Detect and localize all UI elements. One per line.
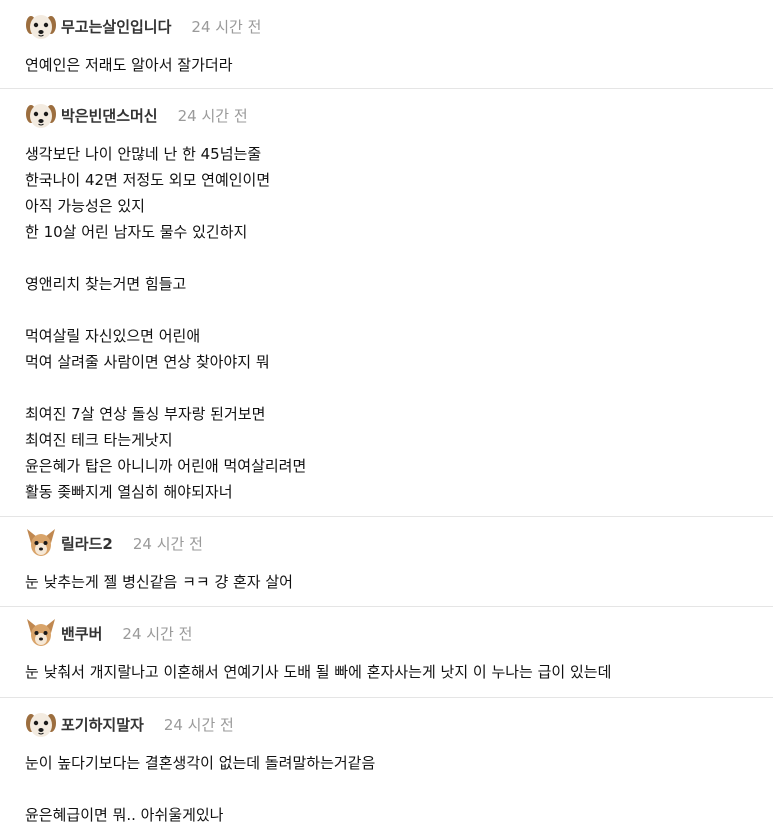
comment-line: 생각보단 나이 안많네 난 한 45넘는줄 bbox=[25, 145, 262, 163]
comment-line: 먹여 살려줄 사람이면 연상 찾아야지 뭐 bbox=[25, 353, 270, 371]
comment-line bbox=[25, 297, 773, 323]
comment-nickname[interactable]: 포기하지말자 bbox=[61, 714, 144, 735]
comment-nickname[interactable]: 릴라드2 bbox=[61, 533, 113, 554]
comment-line: 윤은혜가 탑은 아니니까 어린애 먹여살리려면 bbox=[25, 457, 307, 475]
comment-timestamp: 24 시간 전 bbox=[132, 534, 203, 553]
comment-timestamp: 24 시간 전 bbox=[163, 715, 234, 734]
comment-nickname[interactable]: 밴쿠버 bbox=[61, 623, 102, 644]
comment-header: 포기하지말자 24 시간 전 bbox=[25, 708, 773, 740]
dog-avatar-icon[interactable] bbox=[25, 10, 57, 42]
comment-line: 아직 가능성은 있지 bbox=[25, 197, 145, 215]
comment-body: 연예인은 저래도 알아서 잘가더라 bbox=[25, 52, 773, 78]
comment-timestamp: 24 시간 전 bbox=[122, 624, 193, 643]
comment-body: 눈 낮춰서 개지랄나고 이혼해서 연예기사 도배 될 빠에 혼자사는게 낫지 이… bbox=[25, 659, 773, 685]
comment-line bbox=[25, 375, 773, 401]
dog-avatar-icon[interactable] bbox=[25, 708, 57, 740]
comment-line: 활동 좆빠지게 열심히 해야되자너 bbox=[25, 483, 233, 501]
comment-line: 눈 낮춰서 개지랄나고 이혼해서 연예기사 도배 될 빠에 혼자사는게 낫지 이… bbox=[25, 663, 612, 681]
dog-avatar-icon[interactable] bbox=[25, 99, 57, 131]
comment-timestamp: 24 시간 전 bbox=[191, 17, 262, 36]
comment-line: 윤은혜급이면 뭐.. 아쉬울게있나 bbox=[25, 806, 224, 824]
comment-item: 밴쿠버 24 시간 전 눈 낮춰서 개지랄나고 이혼해서 연예기사 도배 될 빠… bbox=[0, 607, 773, 698]
comment-line: 영앤리치 찾는거면 힘들고 bbox=[25, 275, 187, 293]
comment-line: 눈 낮추는게 젤 병신같음 ㅋㅋ 걍 혼자 살어 bbox=[25, 573, 293, 591]
comment-timestamp: 24 시간 전 bbox=[177, 106, 248, 125]
comment-header: 박은빈댄스머신 24 시간 전 bbox=[25, 99, 773, 131]
comment-header: 무고는살인입니다 24 시간 전 bbox=[25, 10, 773, 42]
comment-item: 박은빈댄스머신 24 시간 전 생각보단 나이 안많네 난 한 45넘는줄 한국… bbox=[0, 89, 773, 517]
comment-line: 연예인은 저래도 알아서 잘가더라 bbox=[25, 56, 233, 74]
comment-item: 릴라드2 24 시간 전 눈 낮추는게 젤 병신같음 ㅋㅋ 걍 혼자 살어 bbox=[0, 517, 773, 607]
comment-list: 무고는살인입니다 24 시간 전 연예인은 저래도 알아서 잘가더라 박은빈댄스… bbox=[0, 0, 773, 839]
comment-line bbox=[25, 245, 773, 271]
comment-item: 포기하지말자 24 시간 전 눈이 높다기보다는 결혼생각이 없는데 돌려말하는… bbox=[0, 698, 773, 839]
comment-body: 눈 낮추는게 젤 병신같음 ㅋㅋ 걍 혼자 살어 bbox=[25, 569, 773, 595]
comment-header: 밴쿠버 24 시간 전 bbox=[25, 617, 773, 649]
comment-body: 눈이 높다기보다는 결혼생각이 없는데 돌려말하는거같음 윤은혜급이면 뭐.. … bbox=[25, 750, 773, 828]
comment-line: 최여진 테크 타는게낫지 bbox=[25, 431, 173, 449]
comment-line: 눈이 높다기보다는 결혼생각이 없는데 돌려말하는거같음 bbox=[25, 754, 376, 772]
comment-item: 무고는살인입니다 24 시간 전 연예인은 저래도 알아서 잘가더라 bbox=[0, 0, 773, 89]
comment-line: 한국나이 42면 저정도 외모 연예인이면 bbox=[25, 171, 271, 189]
comment-line: 먹여살릴 자신있으면 어린애 bbox=[25, 327, 201, 345]
comment-line bbox=[25, 776, 773, 802]
comment-nickname[interactable]: 무고는살인입니다 bbox=[61, 16, 171, 37]
comment-nickname[interactable]: 박은빈댄스머신 bbox=[61, 105, 158, 126]
comment-line: 최여진 7살 연상 돌싱 부자랑 된거보면 bbox=[25, 405, 266, 423]
comment-header: 릴라드2 24 시간 전 bbox=[25, 527, 773, 559]
chihuahua-avatar-icon[interactable] bbox=[25, 617, 57, 649]
comment-body: 생각보단 나이 안많네 난 한 45넘는줄 한국나이 42면 저정도 외모 연예… bbox=[25, 141, 773, 505]
chihuahua-avatar-icon[interactable] bbox=[25, 527, 57, 559]
comment-line: 한 10살 어린 남자도 물수 있긴하지 bbox=[25, 223, 248, 241]
